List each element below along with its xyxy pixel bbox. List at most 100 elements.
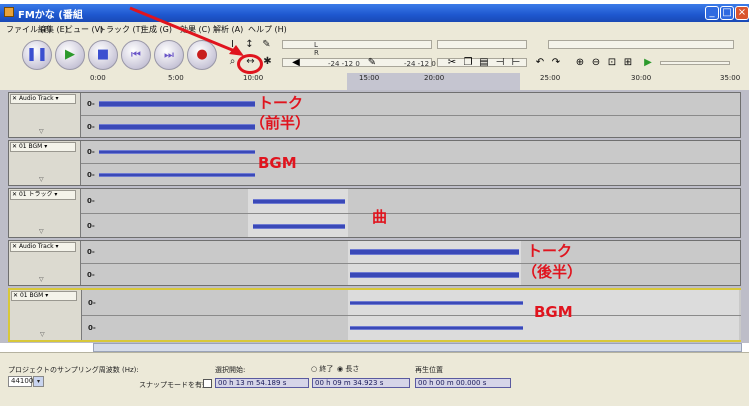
track-channel[interactable]: 0-	[81, 263, 740, 285]
track-channel[interactable]: 0-	[81, 189, 740, 213]
track-channel[interactable]: 0-	[81, 241, 740, 263]
collapse-icon[interactable]: ▽	[39, 228, 44, 235]
silence-icon[interactable]: ⊢	[510, 57, 522, 69]
stop-icon: ■	[96, 47, 110, 62]
track-talk-2[interactable]: ✕ Audio Track ▾ ▽ 0- 0-	[8, 240, 741, 286]
audio-position-field[interactable]: 00 h 00 m 00.000 s	[415, 378, 511, 388]
record-icon: ●	[196, 47, 208, 62]
track-talk-1[interactable]: ✕ Audio Track ▾ ▽ 0- 0-	[8, 92, 741, 138]
track-name-menu[interactable]: ✕ 01 BGM ▾	[11, 291, 77, 301]
redo-icon[interactable]: ↷	[550, 57, 562, 69]
track-close-icon[interactable]: ✕	[12, 95, 17, 102]
playback-volume-slider[interactable]	[437, 40, 527, 49]
play-button[interactable]: ▶	[55, 40, 85, 70]
paste-icon[interactable]: ▤	[478, 57, 490, 69]
pause-button[interactable]: ❚❚	[22, 40, 52, 70]
fit-selection-icon[interactable]: ⊡	[606, 57, 618, 69]
menu-analyze[interactable]: 解析 (A)	[213, 24, 243, 35]
mic-icon[interactable]: ✎	[366, 57, 378, 69]
track-channel[interactable]: 0-	[82, 315, 741, 340]
skip-end-button[interactable]: ⏭	[154, 40, 184, 70]
zoom-in-icon[interactable]: ⊕	[574, 57, 586, 69]
maximize-button[interactable]: □	[720, 6, 734, 20]
ruler-label: 0:00	[90, 74, 106, 82]
menu-edit[interactable]: 編集 (E)	[38, 24, 68, 35]
toolbar: ❚❚ ▶ ■ ⏮ ⏭ ● I ↕ ✎ ⌕ ↔ ✱ L R ◀ -24 -12 0…	[0, 36, 749, 74]
close-button[interactable]: ×	[735, 6, 749, 20]
track-close-icon[interactable]: ✕	[13, 292, 18, 299]
track-control-panel[interactable]: ✕ 01 BGM ▾ ▽	[10, 290, 82, 340]
speaker-icon: ◀	[292, 57, 300, 68]
track-name-menu[interactable]: ✕ Audio Track ▾	[10, 94, 76, 104]
play-speed-slider[interactable]	[660, 61, 730, 65]
track-close-icon[interactable]: ✕	[12, 143, 17, 150]
track-close-icon[interactable]: ✕	[12, 243, 17, 250]
skip-start-button[interactable]: ⏮	[121, 40, 151, 70]
copy-icon[interactable]: ❐	[462, 57, 474, 69]
collapse-icon[interactable]: ▽	[39, 176, 44, 183]
highlight-circle	[237, 54, 263, 74]
track-channel[interactable]: 0-	[81, 115, 740, 137]
track-name: Audio Track	[18, 243, 54, 250]
stop-button[interactable]: ■	[88, 40, 118, 70]
menu-help[interactable]: ヘルプ (H)	[248, 24, 287, 35]
track-name-menu[interactable]: ✕ Audio Track ▾	[10, 242, 76, 252]
cut-icon[interactable]: ✂	[446, 57, 458, 69]
meter-r-label: R	[314, 49, 319, 57]
menu-tracks[interactable]: トラック (T)	[98, 24, 144, 35]
selection-length-field[interactable]: 00 h 09 m 34.923 s	[312, 378, 410, 388]
undo-icon[interactable]: ↶	[534, 57, 546, 69]
snap-label: スナップモードを有効	[139, 381, 209, 389]
channel-label: 0-	[87, 270, 95, 279]
project-rate-input[interactable]: 44100	[8, 376, 33, 387]
multi-tool-icon[interactable]: ✱	[261, 55, 274, 68]
zoom-out-icon[interactable]: ⊖	[590, 57, 602, 69]
draw-tool-icon[interactable]: ✎	[260, 38, 273, 51]
waveform	[99, 123, 255, 130]
track-control-panel[interactable]: ✕ 01 BGM ▾ ▽	[9, 141, 81, 185]
track-channel[interactable]: 0-	[81, 213, 740, 237]
track-bgm-2[interactable]: ✕ 01 BGM ▾ ▽ 0- 0-	[8, 288, 741, 342]
track-name-menu[interactable]: ✕ 01 BGM ▾	[10, 142, 76, 152]
record-volume-slider[interactable]	[548, 40, 734, 49]
title-bar	[0, 4, 749, 22]
collapse-icon[interactable]: ▽	[39, 128, 44, 135]
track-channel[interactable]: 0-	[81, 141, 740, 163]
meter-l-label: L	[314, 41, 318, 49]
track-bgm-1[interactable]: ✕ 01 BGM ▾ ▽ 0- 0-	[8, 140, 741, 186]
channel-label: 0-	[87, 221, 95, 230]
track-channel[interactable]: 0-	[81, 163, 740, 185]
rate-dropdown-icon[interactable]: ▾	[33, 376, 44, 387]
length-radio[interactable]: ◉ 長さ	[337, 364, 359, 374]
track-channel[interactable]: 0-	[81, 93, 740, 115]
ruler-label: 10:00	[243, 74, 264, 82]
record-button[interactable]: ●	[187, 40, 217, 70]
ruler-label: 5:00	[168, 74, 184, 82]
track-control-panel[interactable]: ✕ 01 トラック ▾ ▽	[9, 189, 81, 237]
end-radio[interactable]: ○ 終了	[311, 364, 333, 374]
track-control-panel[interactable]: ✕ Audio Track ▾ ▽	[9, 93, 81, 137]
snap-checkbox[interactable]	[203, 379, 212, 388]
play-at-speed-icon[interactable]: ▶	[642, 57, 654, 69]
track-name-menu[interactable]: ✕ 01 トラック ▾	[10, 190, 76, 200]
collapse-icon[interactable]: ▽	[40, 331, 45, 338]
track-close-icon[interactable]: ✕	[12, 191, 17, 198]
track-channel[interactable]: 0-	[82, 290, 741, 315]
track-name: Audio Track	[18, 95, 54, 102]
menu-generate[interactable]: 生成 (G)	[141, 24, 172, 35]
horizontal-scrollbar[interactable]	[93, 343, 742, 352]
minimize-button[interactable]: _	[705, 6, 719, 20]
trim-icon[interactable]: ⊣	[494, 57, 506, 69]
track-control-panel[interactable]: ✕ Audio Track ▾ ▽	[9, 241, 81, 285]
annotation-bgm-2: BGM	[534, 303, 573, 321]
ruler-selection	[347, 73, 520, 90]
selection-start-field[interactable]: 00 h 13 m 54.189 s	[215, 378, 309, 388]
length-label: 長さ	[345, 365, 360, 373]
collapse-icon[interactable]: ▽	[39, 276, 44, 283]
menu-effect[interactable]: 効果 (C)	[180, 24, 210, 35]
selection-tool-icon[interactable]: I	[226, 38, 239, 51]
envelope-tool-icon[interactable]: ↕	[243, 38, 256, 51]
meter-db-2: -24 -12 0	[404, 60, 436, 68]
waveform	[350, 249, 519, 255]
fit-project-icon[interactable]: ⊞	[622, 57, 634, 69]
